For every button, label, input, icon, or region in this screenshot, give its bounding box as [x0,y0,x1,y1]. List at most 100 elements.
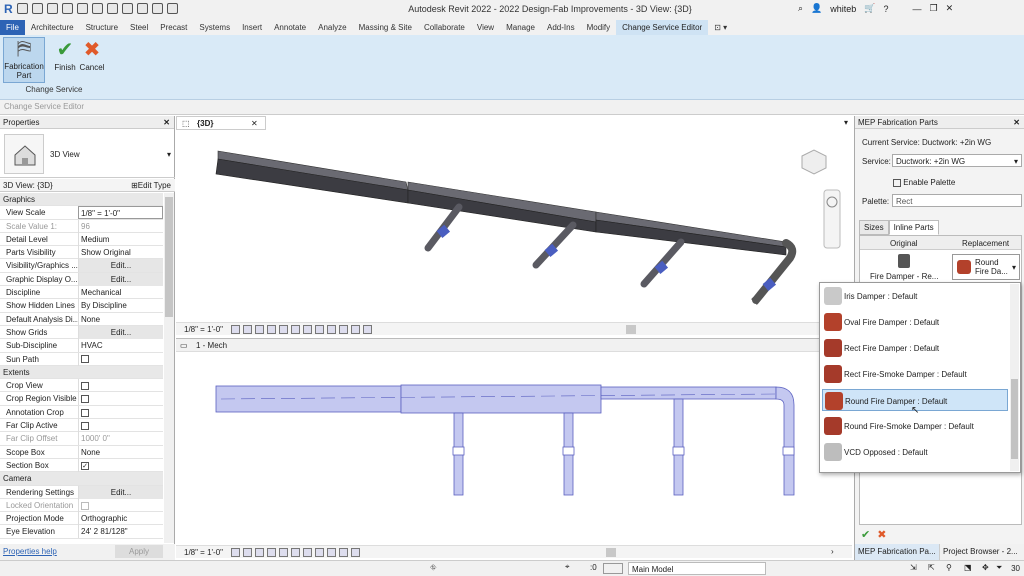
apply-check-icon[interactable]: ✔ [861,529,870,541]
properties-scrollbar[interactable] [164,193,174,543]
property-value[interactable]: 1/8" = 1'-0" [78,206,163,220]
design-options-icon[interactable] [603,563,623,574]
detail-level-icon[interactable] [231,548,240,557]
tab-sizes[interactable]: Sizes [859,220,889,235]
property-value[interactable]: None [78,312,163,326]
sun-path-icon[interactable] [255,325,264,334]
apply-button[interactable]: Apply [115,545,163,558]
select-by-face-icon[interactable]: ⬔ [964,563,972,572]
close-icon[interactable]: ✕ [251,119,258,128]
select-underlay-icon[interactable]: ⇱ [928,563,935,572]
close-hidden-icon[interactable] [166,3,178,14]
fabrication-part-button[interactable]: ⛿ Fabrication Part [3,37,45,83]
property-value[interactable] [78,392,163,406]
edit-button[interactable]: Edit... [78,259,163,273]
lock-icon[interactable] [315,325,324,334]
filter-icon[interactable]: ⏷ [996,563,1002,573]
analytical-icon[interactable] [351,548,360,557]
view-tab-mech[interactable]: ▭ 1 - Mech [176,339,852,352]
undo-icon[interactable] [61,3,73,14]
view-plan-mech[interactable]: ▭ 1 - Mech 1/8" = 1'-0" › [176,338,852,560]
enable-palette[interactable]: Enable Palette [893,178,955,187]
chevron-down-icon[interactable]: ▾ [167,150,171,159]
property-value[interactable]: ✓ [78,458,163,472]
property-value[interactable]: None [78,445,163,459]
selection-icon[interactable]: ⌖ [565,562,570,572]
view-tab-3d[interactable]: ⬚ {3D} ✕ [176,116,266,130]
ribbon-tab-steel[interactable]: Steel [124,20,154,35]
ribbon-tab-analyze[interactable]: Analyze [312,20,352,35]
property-value[interactable] [78,419,163,433]
reveal-icon[interactable] [327,548,336,557]
lock-icon[interactable] [303,548,312,557]
edit-button[interactable]: Edit... [78,272,163,286]
instance-selector[interactable]: 3D View: {3D} [3,181,53,190]
cancel-icon[interactable]: ✖ [877,529,886,541]
redo-icon[interactable] [76,3,88,14]
property-group[interactable]: Graphics [0,193,163,207]
sun-path-icon[interactable] [255,548,264,557]
ribbon-tab-file[interactable]: File [0,20,25,35]
select-pinned-icon[interactable]: ⚲ [946,563,952,572]
property-value[interactable] [78,352,163,366]
restore-icon[interactable]: ❐ [930,3,938,14]
ribbon-tab-manage[interactable]: Manage [500,20,541,35]
close-icon[interactable]: ✕ [163,118,170,127]
property-value[interactable]: Orthographic [78,512,163,526]
edit-button[interactable]: Edit... [78,485,163,499]
shadows-icon[interactable] [267,548,276,557]
3d-view-icon[interactable] [136,3,148,14]
scale-selector[interactable]: 1/8" = 1'-0" [184,325,223,334]
scale-selector[interactable]: 1/8" = 1'-0" [184,548,223,557]
tab-mep-fabrication[interactable]: MEP Fabrication Pa... [855,544,940,560]
sync-icon[interactable] [46,3,58,14]
property-value[interactable]: HVAC [78,339,163,353]
palette-dropdown[interactable]: Rect [892,194,1022,207]
enable-palette-checkbox[interactable] [893,178,901,187]
worksharing-icon[interactable] [351,325,360,334]
edit-type-button[interactable]: ⊞Edit Type [131,181,171,190]
scroll-right-icon[interactable]: › [831,547,834,556]
dropdown-scrollbar[interactable] [1010,284,1019,471]
edit-button[interactable]: Edit... [78,325,163,339]
user-name[interactable]: whiteb [830,4,856,14]
binoculars-icon[interactable]: ⌕ [798,3,803,14]
checkbox[interactable] [81,421,89,430]
close-icon[interactable]: ✕ [946,3,954,14]
ribbon-tab-modify[interactable]: Modify [581,20,617,35]
temp-hide-icon[interactable] [327,325,336,334]
property-value[interactable] [78,405,163,419]
navigation-bar[interactable] [823,189,841,249]
temp-hide-icon[interactable] [315,548,324,557]
ribbon-tab-insert[interactable]: Insert [236,20,268,35]
user-icon[interactable]: 👤 [811,3,822,14]
select-links-icon[interactable]: ⇲ [910,563,917,572]
property-group[interactable]: Camera [0,472,163,486]
shadows-icon[interactable] [267,325,276,334]
ribbon-tab-systems[interactable]: Systems [193,20,236,35]
dropdown-item[interactable]: Iris Damper : Default [822,285,1008,307]
duct-plan-model[interactable] [176,353,852,545]
active-model-dropdown[interactable]: Main Model [628,562,766,575]
dropdown-item[interactable]: Round Fire-Smoke Damper : Default [822,415,1008,437]
thin-lines-icon[interactable] [151,3,163,14]
type-selector[interactable]: 3D View ▾ [0,130,175,178]
property-value[interactable]: Mechanical [78,286,163,300]
tab-project-browser[interactable]: Project Browser - 2... [940,544,1024,560]
reveal-icon[interactable] [339,325,348,334]
viewcube-icon[interactable] [801,149,827,175]
detail-level-icon[interactable] [231,325,240,334]
checkbox[interactable] [81,395,89,404]
service-dropdown[interactable]: Ductwork: +2in WG ▾ [892,154,1022,167]
ribbon-tab-view[interactable]: View [471,20,500,35]
replacement-dropdown[interactable]: Round Fire Da... ▾ [952,254,1020,280]
dropdown-item[interactable]: Rect Fire Damper : Default [822,337,1008,359]
ribbon-tab-collaborate[interactable]: Collaborate [418,20,471,35]
render-icon[interactable] [279,325,288,334]
property-value[interactable]: By Discipline [78,299,163,313]
show-crop-icon[interactable] [291,548,300,557]
dropdown-item[interactable]: Oval Fire Damper : Default [822,311,1008,333]
worksets-icon[interactable]: ⛗ [430,563,436,573]
ribbon-tab-structure[interactable]: Structure [80,20,124,35]
minimize-icon[interactable]: — [913,4,922,14]
